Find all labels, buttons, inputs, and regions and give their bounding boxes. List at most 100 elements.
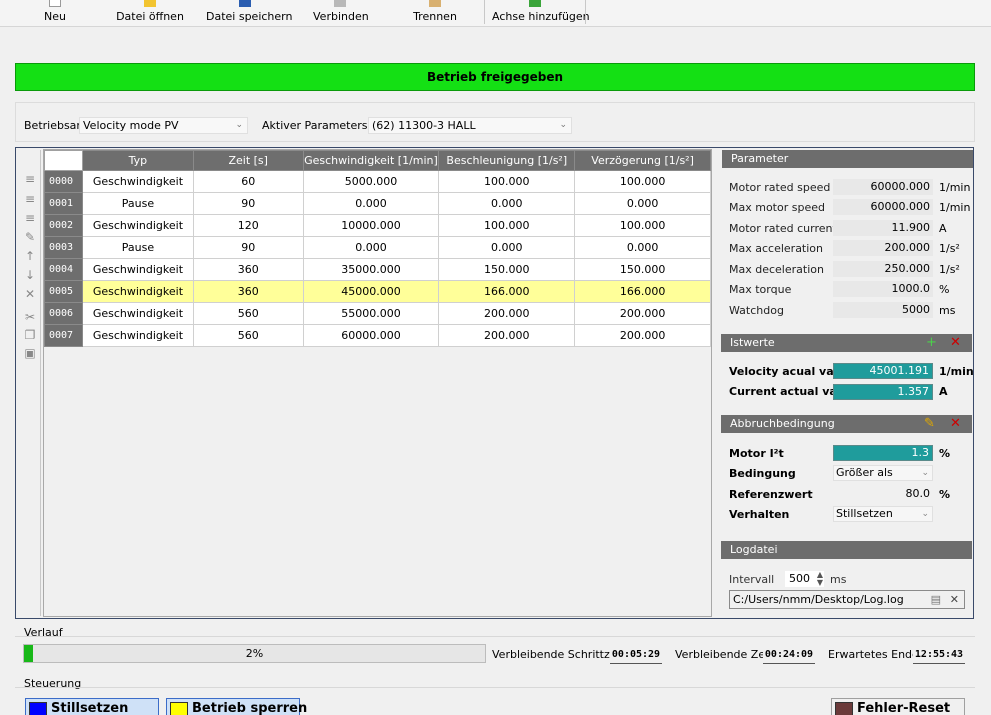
move-down-icon[interactable]: ↓ xyxy=(22,268,38,282)
cell-geschwindigkeit[interactable]: 5000.000 xyxy=(302,170,440,193)
cell-geschwindigkeit[interactable]: 35000.000 xyxy=(302,258,440,281)
col-header-typ[interactable]: Typ xyxy=(81,150,194,171)
cut-icon[interactable]: ✂ xyxy=(22,310,38,324)
cell-beschleunigung[interactable]: 166.000 xyxy=(438,280,576,303)
cell-beschleunigung[interactable]: 150.000 xyxy=(438,258,576,281)
cell-zeit[interactable]: 360 xyxy=(192,258,304,281)
cell-verzoegerung[interactable]: 150.000 xyxy=(574,258,711,281)
col-header-zeit[interactable]: Zeit [s] xyxy=(192,150,304,171)
parameter-label: Max acceleration xyxy=(729,242,823,255)
log-path-field[interactable]: C:/Users/nmm/Desktop/Log.log ▤ ✕ xyxy=(729,590,965,609)
cell-typ[interactable]: Geschwindigkeit xyxy=(81,258,194,281)
fehler-reset-button[interactable]: Fehler-Reset xyxy=(831,698,965,715)
cell-beschleunigung[interactable]: 100.000 xyxy=(438,214,576,237)
parameter-set-select[interactable]: (62) 11300-3 HALL ⌄ xyxy=(368,117,572,134)
edit-icon[interactable]: ✎ xyxy=(924,415,935,433)
new-button[interactable]: Neu xyxy=(40,0,70,26)
clear-icon[interactable]: ✕ xyxy=(950,591,959,608)
row-number[interactable]: 0006 xyxy=(44,302,83,325)
paste-icon[interactable]: ▣ xyxy=(22,346,38,360)
cell-zeit[interactable]: 360 xyxy=(192,280,304,303)
copy-icon[interactable]: ❐ xyxy=(22,328,38,342)
row-number[interactable]: 0003 xyxy=(44,236,83,259)
row-number[interactable]: 0001 xyxy=(44,192,83,215)
cell-geschwindigkeit[interactable]: 0.000 xyxy=(302,192,440,215)
table-row[interactable]: 0005 Geschwindigkeit 360 45000.000 166.000 16… xyxy=(44,280,711,303)
cell-verzoegerung[interactable]: 100.000 xyxy=(574,214,711,237)
cell-zeit[interactable]: 560 xyxy=(192,324,304,347)
cell-verzoegerung[interactable]: 200.000 xyxy=(574,324,711,347)
erwartetes-ende-label: Erwartetes Ende xyxy=(828,648,919,661)
table-row[interactable]: 0000 Geschwindigkeit 60 5000.000 100.000 100.… xyxy=(44,170,711,193)
insert-row-above-icon[interactable]: ≡ xyxy=(22,172,38,186)
cell-geschwindigkeit[interactable]: 60000.000 xyxy=(302,324,440,347)
betrieb-sperren-button[interactable]: Betrieb sperren xyxy=(166,698,307,715)
cell-zeit[interactable]: 90 xyxy=(192,236,304,259)
cell-beschleunigung[interactable]: 200.000 xyxy=(438,324,576,347)
row-number[interactable]: 0004 xyxy=(44,258,83,281)
open-file-button[interactable]: Datei öffnen xyxy=(116,0,184,26)
row-number[interactable]: 0002 xyxy=(44,214,83,237)
cell-typ[interactable]: Geschwindigkeit xyxy=(81,280,194,303)
table-row[interactable]: 0003 Pause 90 0.000 0.000 0.000 xyxy=(44,236,711,259)
move-up-icon[interactable]: ↑ xyxy=(22,249,38,263)
table-row[interactable]: 0001 Pause 90 0.000 0.000 0.000 xyxy=(44,192,711,215)
cell-zeit[interactable]: 120 xyxy=(192,214,304,237)
table-row[interactable]: 0006 Geschwindigkeit 560 55000.000 200.000 20… xyxy=(44,302,711,325)
append-row-icon[interactable]: ≡ xyxy=(22,211,38,225)
save-icon[interactable]: ▤ xyxy=(931,591,941,608)
table-row[interactable]: 0002 Geschwindigkeit 120 10000.000 100.000 10… xyxy=(44,214,711,237)
delete-row-icon[interactable]: ✕ xyxy=(22,287,38,301)
verhalten-select[interactable]: Stillsetzen ⌄ xyxy=(833,506,933,522)
cell-typ[interactable]: Geschwindigkeit xyxy=(81,170,194,193)
disconnect-button[interactable]: Trennen xyxy=(413,0,457,26)
row-number[interactable]: 0000 xyxy=(44,170,83,193)
save-file-button[interactable]: Datei speichern xyxy=(206,0,292,26)
cell-typ[interactable]: Geschwindigkeit xyxy=(81,214,194,237)
betriebsart-select[interactable]: Velocity mode PV ⌄ xyxy=(79,117,248,134)
table-row[interactable]: 0004 Geschwindigkeit 360 35000.000 150.000 15… xyxy=(44,258,711,281)
interval-spinbox[interactable]: 500 ▲ ▼ xyxy=(785,571,824,587)
cell-typ[interactable]: Pause xyxy=(81,236,194,259)
cell-zeit[interactable]: 90 xyxy=(192,192,304,215)
col-header-geschwindigkeit[interactable]: Geschwindigkeit [1/min] xyxy=(302,150,440,171)
cell-verzoegerung[interactable]: 100.000 xyxy=(574,170,711,193)
table-row[interactable]: 0007 Geschwindigkeit 560 60000.000 200.000 20… xyxy=(44,324,711,347)
close-icon[interactable]: ✕ xyxy=(950,334,961,352)
add-axis-button[interactable]: Achse hinzufügen xyxy=(492,0,590,26)
cell-verzoegerung[interactable]: 0.000 xyxy=(574,236,711,259)
cell-typ[interactable]: Geschwindigkeit xyxy=(81,324,194,347)
connect-button[interactable]: Verbinden xyxy=(313,0,369,26)
cell-geschwindigkeit[interactable]: 10000.000 xyxy=(302,214,440,237)
cell-verzoegerung[interactable]: 166.000 xyxy=(574,280,711,303)
logdatei-title: Logdatei xyxy=(730,543,778,556)
stillsetzen-button[interactable]: Stillsetzen xyxy=(25,698,159,715)
cell-zeit[interactable]: 60 xyxy=(192,170,304,193)
row-number[interactable]: 0007 xyxy=(44,324,83,347)
cell-geschwindigkeit[interactable]: 0.000 xyxy=(302,236,440,259)
cell-geschwindigkeit[interactable]: 55000.000 xyxy=(302,302,440,325)
insert-row-below-icon[interactable]: ≡ xyxy=(22,192,38,206)
cell-typ[interactable]: Geschwindigkeit xyxy=(81,302,194,325)
cell-beschleunigung[interactable]: 100.000 xyxy=(438,170,576,193)
referenzwert-input[interactable]: 80.0 xyxy=(833,486,933,502)
connect-icon xyxy=(334,0,346,7)
cell-verzoegerung[interactable]: 200.000 xyxy=(574,302,711,325)
col-header-beschleunigung[interactable]: Beschleunigung [1/s²] xyxy=(438,150,576,171)
cell-beschleunigung[interactable]: 0.000 xyxy=(438,192,576,215)
col-header-verzoegerung[interactable]: Verzögerung [1/s²] xyxy=(574,150,711,171)
bedingung-select[interactable]: Größer als ⌄ xyxy=(833,465,933,481)
cell-beschleunigung[interactable]: 200.000 xyxy=(438,302,576,325)
add-icon[interactable]: + xyxy=(926,334,937,352)
edit-row-icon[interactable]: ✎ xyxy=(22,230,38,244)
cell-geschwindigkeit[interactable]: 45000.000 xyxy=(302,280,440,303)
spin-arrows-icon[interactable]: ▲ ▼ xyxy=(817,571,823,587)
corner-cell[interactable] xyxy=(44,150,83,171)
cell-typ[interactable]: Pause xyxy=(81,192,194,215)
cell-beschleunigung[interactable]: 0.000 xyxy=(438,236,576,259)
parameter-value: 60000.000 xyxy=(833,179,933,195)
cell-zeit[interactable]: 560 xyxy=(192,302,304,325)
close-icon[interactable]: ✕ xyxy=(950,415,961,433)
cell-verzoegerung[interactable]: 0.000 xyxy=(574,192,711,215)
row-number[interactable]: 0005 xyxy=(44,280,83,303)
